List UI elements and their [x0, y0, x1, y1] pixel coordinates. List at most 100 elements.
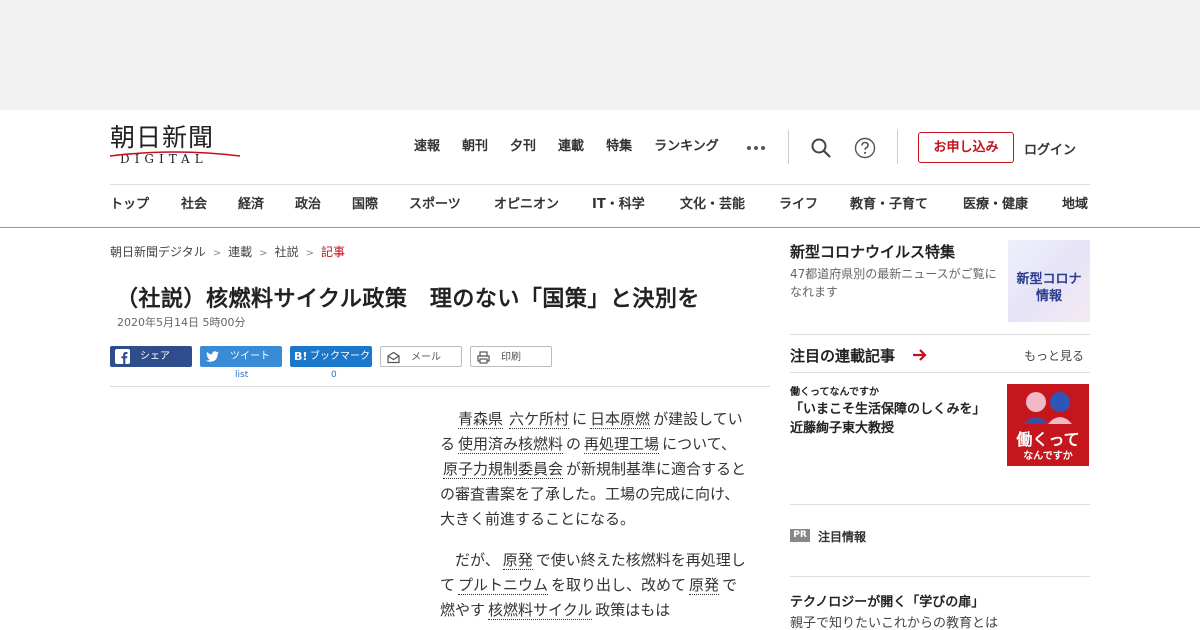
divider	[0, 227, 1200, 228]
divider	[790, 372, 1090, 373]
nav-item-chokan[interactable]: 朝刊	[462, 138, 488, 156]
body-text: に	[572, 410, 588, 428]
category-politics[interactable]: 政治	[295, 196, 321, 214]
advertisement-area	[0, 0, 1200, 110]
keyword-link[interactable]: 核燃料サイクル	[488, 601, 593, 620]
keyword-link[interactable]: 原子力規制委員会	[443, 460, 564, 479]
print-label: 印刷	[501, 352, 521, 363]
twitter-share-button[interactable]: ツイート	[200, 346, 282, 367]
printer-icon	[477, 351, 490, 364]
breadcrumb-rensai[interactable]: 連載	[228, 245, 252, 259]
header-divider	[897, 130, 898, 164]
series-article-link[interactable]: 「いまこそ生活保障のしくみを」 近藤絢子東大教授	[790, 400, 1000, 438]
category-region[interactable]: 地域	[1062, 196, 1088, 214]
hatena-icon: B!	[294, 350, 308, 363]
twitter-share-label: ツイート	[230, 351, 270, 362]
more-menu-icon[interactable]	[747, 146, 765, 150]
pr-article-title[interactable]: テクノロジーが開く「学びの扉」	[790, 591, 984, 610]
category-life[interactable]: ライフ	[779, 196, 818, 214]
category-economy[interactable]: 経済	[238, 196, 264, 214]
login-link[interactable]: ログイン	[1024, 139, 1076, 158]
hatena-share-label: ブックマーク	[310, 351, 370, 362]
divider	[790, 334, 1090, 335]
category-international[interactable]: 国際	[352, 196, 378, 214]
more-link[interactable]: もっと見る	[1024, 347, 1084, 364]
category-it-science[interactable]: IT・科学	[592, 196, 645, 214]
keyword-link[interactable]: 六ケ所村	[509, 410, 570, 429]
breadcrumb-current: 記事	[320, 245, 345, 259]
nav-item-rensai[interactable]: 連載	[558, 138, 584, 156]
hatena-count[interactable]: 0	[331, 370, 337, 380]
help-icon[interactable]	[854, 137, 876, 159]
corona-feature-thumbnail[interactable]: 新型コロナ 情報	[1008, 240, 1090, 322]
mail-share-button[interactable]: メール	[380, 346, 462, 367]
asahi-logo[interactable]: 朝日新聞 DIGITAL	[110, 124, 240, 168]
body-text: を取り出し、改めて	[551, 576, 687, 594]
mail-icon	[387, 351, 400, 364]
logo-swoosh	[110, 151, 240, 157]
logo-kanji: 朝日新聞	[110, 123, 215, 152]
article-paragraph: 青森県 六ケ所村に日本原燃 が建設している 使用済み核燃料の再処理工場 について、原子力…	[440, 407, 750, 532]
body-text: 政策はもは	[595, 601, 671, 619]
arrow-right-icon	[913, 349, 927, 361]
search-icon[interactable]	[810, 137, 832, 159]
people-illustration-icon	[1024, 392, 1072, 424]
hatena-bookmark-button[interactable]: B! ブックマーク	[290, 346, 372, 367]
keyword-link[interactable]: プルトニウム	[458, 576, 549, 595]
category-sports[interactable]: スポーツ	[409, 196, 461, 214]
mail-share-label: メール	[411, 352, 441, 363]
keyword-link[interactable]: 原発	[689, 576, 720, 595]
divider	[790, 504, 1090, 505]
divider	[790, 576, 1090, 577]
twitter-icon	[205, 351, 219, 362]
header-divider	[788, 130, 789, 164]
keyword-link[interactable]: 再処理工場	[584, 435, 660, 454]
breadcrumb-shasetsu[interactable]: 社説	[275, 245, 299, 259]
chevron-right-icon: >	[212, 248, 222, 259]
print-button[interactable]: 印刷	[470, 346, 552, 367]
facebook-share-label: シェア	[140, 351, 170, 362]
category-culture[interactable]: 文化・芸能	[680, 196, 745, 214]
pr-section-label: 注目情報	[818, 530, 867, 544]
category-top[interactable]: トップ	[110, 196, 149, 214]
featured-series-title: 注目の連載記事	[790, 347, 896, 365]
facebook-icon	[115, 349, 130, 364]
nav-item-sokuho[interactable]: 速報	[414, 138, 440, 156]
keyword-link[interactable]: 日本原燃	[590, 410, 651, 429]
keyword-link[interactable]: 原発	[502, 551, 533, 570]
series-thumbnail[interactable]: 働くって なんですか	[1007, 384, 1089, 466]
corona-feature-title[interactable]: 新型コロナウイルス特集	[790, 241, 955, 262]
corona-feature-desc[interactable]: 47都道府県別の最新ニュースがご覧になれます	[790, 265, 1004, 301]
pr-article-desc[interactable]: 親子で知りたいこれからの教育とは	[790, 612, 998, 630]
category-health[interactable]: 医療・健康	[963, 196, 1028, 214]
chevron-right-icon: >	[259, 248, 268, 259]
nav-item-ranking[interactable]: ランキング	[654, 138, 719, 156]
divider	[110, 184, 1090, 185]
subscribe-button[interactable]: お申し込み	[918, 132, 1014, 163]
chevron-right-icon: >	[305, 248, 314, 259]
body-text: について、	[662, 435, 736, 453]
article-date: 2020年5月14日 5時00分	[117, 316, 246, 329]
series-thumb-line2: なんですか	[1023, 451, 1073, 462]
body-text: だが、	[455, 551, 500, 569]
category-education[interactable]: 教育・子育て	[850, 196, 928, 214]
breadcrumb: 朝日新聞デジタル > 連載 > 社説 > 記事	[110, 243, 345, 260]
article-body: 青森県 六ケ所村に日本原燃 が建設している 使用済み核燃料の再処理工場 について、原子力…	[440, 407, 750, 630]
nav-item-tokushu[interactable]: 特集	[606, 138, 632, 156]
article-title: （社説）核燃料サイクル政策 理のない「国策」と決別を	[116, 287, 700, 312]
breadcrumb-home[interactable]: 朝日新聞デジタル	[110, 245, 206, 259]
category-opinion[interactable]: オピニオン	[494, 196, 559, 214]
twitter-count[interactable]: list	[235, 370, 248, 380]
divider	[110, 386, 770, 387]
keyword-link[interactable]: 青森県	[458, 410, 504, 429]
pr-badge: PR	[790, 529, 810, 542]
keyword-link[interactable]: 使用済み核燃料	[458, 435, 564, 454]
facebook-share-button[interactable]: シェア	[110, 346, 192, 367]
series-kicker[interactable]: 働くってなんですか	[790, 383, 879, 398]
corona-thumb-line2: 情報	[1035, 289, 1062, 304]
body-text: の	[566, 435, 582, 453]
category-society[interactable]: 社会	[181, 196, 207, 214]
article-paragraph: だが、 原発 で使い終えた核燃料を再処理して プルトニウム を取り出し、改めて 原発 で燃や…	[440, 548, 750, 623]
top-nav: 速報 朝刊 夕刊 連載 特集 ランキング	[414, 138, 741, 156]
nav-item-yukan[interactable]: 夕刊	[510, 138, 536, 156]
